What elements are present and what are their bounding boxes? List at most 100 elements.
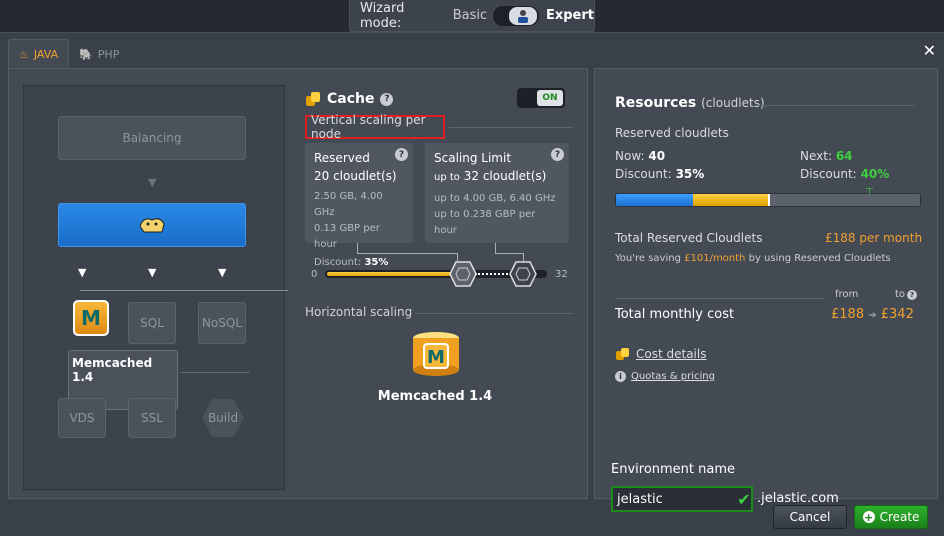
wizard-mode-switch: Wizard mode: Basic Expert (349, 0, 595, 32)
help-icon[interactable]: ? (907, 290, 917, 300)
vertical-scaling-label: Vertical scaling per node (305, 113, 445, 141)
topology-stack: Balancing ▼ ▼ ▼ ▼ M Memcached 1.4 SQL No… (23, 85, 288, 490)
expert-avatar-icon (508, 6, 537, 25)
bar-marker (768, 194, 770, 206)
help-icon[interactable]: ? (380, 92, 394, 106)
next-marker-icon: ⊤ (865, 187, 874, 198)
cost-from: £188 (831, 307, 865, 322)
help-icon[interactable]: ? (551, 148, 564, 161)
tomcat-node[interactable] (58, 203, 246, 247)
total-reserved-label: Total Reserved Cloudlets (615, 231, 763, 245)
arrow-down-icon: ▼ (148, 176, 157, 189)
environment-domain: .jelastic.com (757, 491, 839, 506)
cancel-button[interactable]: Cancel (773, 505, 847, 529)
discount-next-value: 40% (860, 167, 890, 181)
environment-name-label: Environment name (611, 462, 736, 477)
divider (449, 127, 573, 128)
now-label: Now: (615, 149, 645, 163)
language-tabs: ♨ JAVA 🐘 PHP (8, 39, 129, 69)
reserved-price: 0.13 GBP per hour (314, 223, 380, 250)
quotas-label: Quotas & pricing (631, 371, 715, 382)
memcached-icon: M (73, 300, 109, 336)
info-icon: i (615, 371, 626, 382)
limit-slider-handle[interactable] (509, 261, 538, 287)
java-icon: ♨ (19, 48, 29, 61)
configuration-panel: Balancing ▼ ▼ ▼ ▼ M Memcached 1.4 SQL No… (8, 68, 588, 499)
cache-toggle[interactable]: ON (517, 88, 565, 108)
arrow-down-icon: ▼ (218, 266, 227, 279)
tab-java-label: JAVA (33, 48, 59, 61)
now-value: 40 (648, 149, 666, 163)
cache-title: Cache ? (305, 91, 394, 107)
close-icon[interactable]: ✕ (923, 41, 936, 60)
tab-java[interactable]: ♨ JAVA (8, 39, 70, 69)
wizard-basic-option[interactable]: Basic (453, 8, 487, 23)
create-button[interactable]: + Create (854, 505, 928, 529)
scaling-limit-spec: 4.00 GB, 6.40 GHz (463, 193, 556, 204)
cancel-label: Cancel (789, 510, 831, 524)
plus-icon: + (862, 510, 875, 524)
php-icon: 🐘 (79, 47, 93, 61)
reserved-slider-handle[interactable] (449, 261, 478, 287)
scaling-limit-cloudlets: 32 cloudlet(s) (463, 169, 547, 183)
arrow-down-icon: ▼ (148, 266, 157, 279)
total-reserved-price: £188 per month (825, 231, 923, 245)
bar-reserved-fill (692, 194, 769, 206)
checkmark-icon: ✔ (737, 489, 751, 509)
connector-line (270, 290, 288, 291)
arrow-down-icon: ▼ (78, 266, 87, 279)
horizontal-scaling-label: Horizontal scaling (305, 305, 413, 319)
tab-php-label: PHP (97, 47, 120, 61)
resources-title: Resources (cloudlets) (615, 95, 765, 111)
environment-name-input[interactable]: jelastic ✔ (611, 486, 753, 512)
connector-line (495, 253, 523, 254)
tomcat-icon (139, 218, 165, 233)
tab-php[interactable]: 🐘 PHP (69, 39, 129, 69)
nosql-label: NoSQL (201, 316, 243, 330)
wizard-mode-label: Wizard mode: (360, 0, 405, 31)
saving-suffix: by using Reserved Cloudlets (748, 253, 891, 264)
cost-to: £342 (880, 307, 914, 322)
help-icon[interactable]: ? (395, 148, 408, 161)
create-label: Create (879, 510, 920, 524)
divider (753, 105, 915, 106)
discount-next-label: Discount: (800, 167, 857, 181)
discount-now-label: Discount: (615, 167, 672, 181)
slider-min: 0 (311, 269, 318, 280)
next-value: 64 (835, 149, 853, 163)
memcached-big-icon[interactable]: M (411, 330, 461, 382)
connector-line (457, 253, 458, 261)
wizard-mode-toggle[interactable] (493, 5, 539, 26)
balancing-node[interactable]: Balancing (58, 116, 246, 160)
connector-line (523, 253, 524, 261)
arrow-right-icon: ➔ (868, 310, 877, 321)
ssl-node[interactable]: SSL (128, 398, 176, 438)
sql-node[interactable]: SQL (128, 302, 176, 344)
cloudlet-slider[interactable]: 0 32 (305, 261, 575, 287)
quotas-link[interactable]: i Quotas & pricing (615, 371, 715, 382)
cache-icon (306, 92, 320, 106)
ssl-label: SSL (141, 411, 163, 425)
environment-name-value: jelastic (617, 491, 663, 507)
resources-panel: Resources (cloudlets) Reserved cloudlets… (594, 68, 938, 512)
memcached-letter: M (73, 300, 109, 336)
vds-label: VDS (69, 411, 95, 425)
svg-text:M: M (427, 347, 445, 368)
nosql-node[interactable]: NoSQL (198, 302, 246, 344)
saving-amount: £101/month (684, 253, 746, 264)
resources-title-text: Resources (615, 95, 697, 111)
resources-subtitle: (cloudlets) (701, 96, 765, 110)
scaling-limit-spec-prefix: up to (434, 193, 460, 204)
reserved-cloudlets-label: Reserved cloudlets (615, 126, 729, 140)
bar-current-fill (616, 194, 693, 206)
reserved-card: ? Reserved 20 cloudlet(s) 2.50 GB, 4.00 … (305, 143, 413, 268)
connector-line (357, 243, 358, 253)
memcached-node-name: Memcached 1.4 (377, 389, 493, 404)
divider (615, 298, 825, 299)
cost-details-link[interactable]: Cost details (615, 347, 706, 361)
build-node[interactable]: Build (202, 399, 244, 437)
wizard-expert-option[interactable]: Expert (546, 8, 594, 23)
vds-node[interactable]: VDS (58, 398, 106, 438)
slider-reserved-fill (327, 272, 464, 276)
divider (180, 372, 250, 373)
